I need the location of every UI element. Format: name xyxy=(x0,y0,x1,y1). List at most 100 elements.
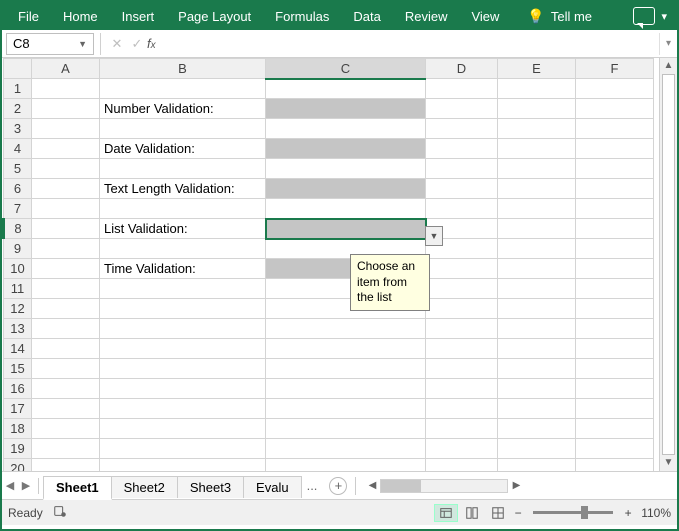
cell[interactable] xyxy=(576,139,654,159)
cell[interactable] xyxy=(576,239,654,259)
horizontal-scrollbar[interactable]: ◀ ▶ xyxy=(364,479,524,493)
scroll-down-icon[interactable]: ▼ xyxy=(660,455,677,471)
cell[interactable] xyxy=(498,159,576,179)
cell[interactable] xyxy=(576,179,654,199)
cell[interactable] xyxy=(100,159,266,179)
insert-function-button[interactable]: fx xyxy=(147,36,167,51)
cell[interactable] xyxy=(498,179,576,199)
ribbon-tab-page-layout[interactable]: Page Layout xyxy=(166,2,263,30)
cell[interactable] xyxy=(426,439,498,459)
cell[interactable] xyxy=(498,259,576,279)
scroll-up-icon[interactable]: ▲ xyxy=(660,58,677,74)
cell[interactable] xyxy=(498,139,576,159)
cell[interactable] xyxy=(426,339,498,359)
scroll-right-icon[interactable]: ▶ xyxy=(508,480,524,491)
view-normal-button[interactable] xyxy=(434,504,458,522)
ribbon-tab-view[interactable]: View xyxy=(459,2,511,30)
row-header[interactable]: 17 xyxy=(4,399,32,419)
cell[interactable] xyxy=(32,399,100,419)
cell[interactable] xyxy=(576,359,654,379)
view-page-break-button[interactable] xyxy=(486,504,510,522)
cell[interactable] xyxy=(100,199,266,219)
row-header[interactable]: 6 xyxy=(4,179,32,199)
cell[interactable] xyxy=(32,99,100,119)
cell-text-length-validation[interactable] xyxy=(266,179,426,199)
cell[interactable] xyxy=(266,439,426,459)
row-header[interactable]: 14 xyxy=(4,339,32,359)
cell[interactable] xyxy=(32,199,100,219)
sheet-tab-4[interactable]: Evalu xyxy=(243,476,302,498)
row-header[interactable]: 5 xyxy=(4,159,32,179)
formula-input[interactable] xyxy=(171,33,659,55)
enter-formula-icon[interactable]: ✓ xyxy=(127,36,147,52)
cell[interactable] xyxy=(498,359,576,379)
cell[interactable] xyxy=(266,339,426,359)
cell[interactable] xyxy=(100,299,266,319)
row-header[interactable]: 3 xyxy=(4,119,32,139)
cell[interactable] xyxy=(32,219,100,239)
cell[interactable] xyxy=(32,259,100,279)
ribbon-tab-insert[interactable]: Insert xyxy=(110,2,167,30)
row-header[interactable]: 2 xyxy=(4,99,32,119)
cell[interactable] xyxy=(576,319,654,339)
new-sheet-button[interactable]: + xyxy=(329,477,347,495)
tell-me-search[interactable]: Tell me xyxy=(551,2,604,30)
ribbon-tab-file[interactable]: File xyxy=(6,2,51,30)
row-header[interactable]: 19 xyxy=(4,439,32,459)
cell[interactable] xyxy=(576,379,654,399)
cell[interactable] xyxy=(100,79,266,99)
cell[interactable] xyxy=(498,199,576,219)
cell[interactable] xyxy=(100,119,266,139)
row-header[interactable]: 15 xyxy=(4,359,32,379)
cell[interactable] xyxy=(426,79,498,99)
cell[interactable]: List Validation: xyxy=(100,219,266,239)
cell[interactable] xyxy=(426,259,498,279)
cell-date-validation[interactable] xyxy=(266,139,426,159)
cell-list-validation-selected[interactable] xyxy=(266,219,426,239)
cell[interactable] xyxy=(100,239,266,259)
cell[interactable] xyxy=(32,279,100,299)
cell[interactable] xyxy=(498,79,576,99)
cell[interactable] xyxy=(576,339,654,359)
cell[interactable] xyxy=(100,319,266,339)
macro-record-icon[interactable] xyxy=(53,504,67,521)
cell[interactable] xyxy=(576,459,654,472)
cancel-formula-icon[interactable]: ✕ xyxy=(107,36,127,52)
col-header-c[interactable]: C xyxy=(266,59,426,79)
cell[interactable] xyxy=(498,399,576,419)
row-header[interactable]: 9 xyxy=(4,239,32,259)
cell[interactable] xyxy=(32,419,100,439)
cell[interactable] xyxy=(100,399,266,419)
cell[interactable] xyxy=(32,439,100,459)
row-header[interactable]: 16 xyxy=(4,379,32,399)
cell[interactable] xyxy=(32,139,100,159)
row-header[interactable]: 18 xyxy=(4,419,32,439)
row-header[interactable]: 12 xyxy=(4,299,32,319)
scroll-left-icon[interactable]: ◀ xyxy=(364,480,380,491)
cell[interactable] xyxy=(576,159,654,179)
cell[interactable]: Text Length Validation: xyxy=(100,179,266,199)
cell[interactable] xyxy=(576,399,654,419)
cell[interactable] xyxy=(576,439,654,459)
cell[interactable] xyxy=(498,419,576,439)
cell[interactable] xyxy=(32,359,100,379)
col-header-e[interactable]: E xyxy=(498,59,576,79)
cell[interactable] xyxy=(426,319,498,339)
cell[interactable] xyxy=(426,139,498,159)
name-box[interactable]: C8 ▼ xyxy=(6,33,94,55)
cell[interactable] xyxy=(498,379,576,399)
cell[interactable] xyxy=(100,419,266,439)
sheet-tabs-more[interactable]: ... xyxy=(301,478,324,493)
zoom-slider[interactable] xyxy=(533,511,613,514)
vertical-scroll-thumb[interactable] xyxy=(662,74,675,455)
cell[interactable] xyxy=(576,99,654,119)
cell[interactable] xyxy=(426,179,498,199)
select-all-corner[interactable] xyxy=(4,59,32,79)
cell[interactable] xyxy=(100,379,266,399)
vertical-scrollbar[interactable]: ▲ ▼ xyxy=(659,58,677,471)
cell[interactable] xyxy=(266,359,426,379)
cell[interactable]: Date Validation: xyxy=(100,139,266,159)
cell[interactable] xyxy=(100,359,266,379)
col-header-f[interactable]: F xyxy=(576,59,654,79)
cell[interactable]: Time Validation: xyxy=(100,259,266,279)
